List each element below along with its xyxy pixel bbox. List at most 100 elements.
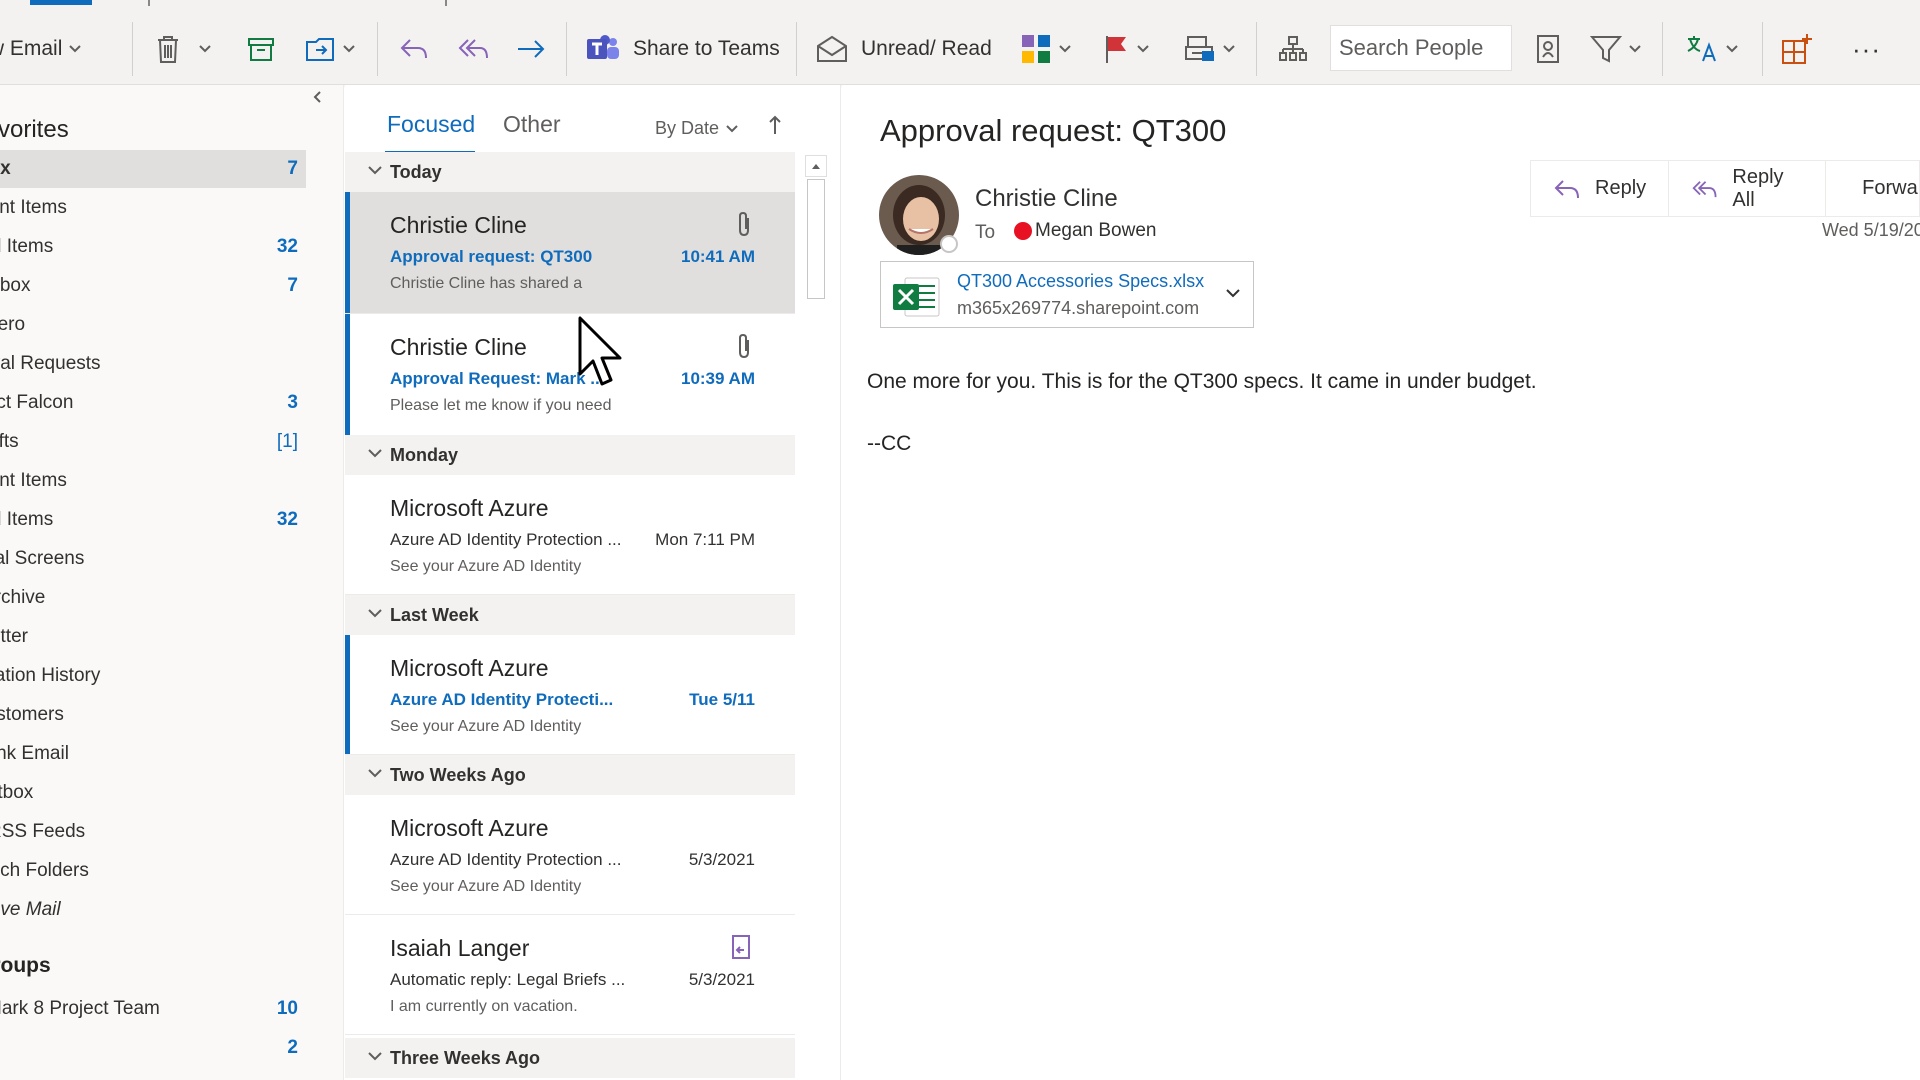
folder-item[interactable]: Archive: [0, 579, 306, 617]
tab-other[interactable]: Other: [503, 111, 561, 138]
reply-all-toolbar-button[interactable]: [456, 22, 490, 76]
message-item[interactable]: Microsoft Azure Azure AD Identity Protec…: [345, 475, 795, 595]
message-time: 10:39 AM: [680, 369, 755, 388]
recipient-name[interactable]: Megan Bowen: [1035, 220, 1156, 242]
group-header-today[interactable]: Today: [345, 152, 795, 192]
message-sender: Christie Cline: [390, 334, 527, 360]
folder-item[interactable]: Sent Items: [0, 462, 306, 500]
tab-focused[interactable]: Focused: [387, 111, 475, 138]
folder-item[interactable]: Customers: [0, 696, 306, 734]
folder-item[interactable]: Approval Requests: [0, 345, 306, 383]
chevron-down-icon[interactable]: [68, 44, 82, 54]
chevron-down-icon[interactable]: [1725, 44, 1739, 54]
message-item[interactable]: Microsoft Azure Azure AD Identity Protec…: [345, 795, 795, 915]
translate-button[interactable]: [1685, 22, 1739, 76]
move-button[interactable]: [304, 22, 356, 76]
filter-email-button[interactable]: [1590, 22, 1642, 76]
message-time: 5/3/2021: [688, 850, 755, 869]
message-item[interactable]: Christie Cline Approval request: QT300 1…: [345, 192, 795, 314]
message-item[interactable]: Isaiah Langer Automatic reply: Legal Bri…: [345, 915, 795, 1035]
folder-item[interactable]: Clutter: [0, 618, 306, 656]
folder-label: Search Folders: [0, 860, 89, 881]
group-header-two-weeks-ago[interactable]: Two Weeks Ago: [345, 755, 795, 795]
scroll-up-button[interactable]: [805, 155, 827, 177]
attachment-source: m365x269774.sharepoint.com: [957, 298, 1200, 318]
print-button[interactable]: [1184, 22, 1236, 76]
chevron-down-icon[interactable]: [1058, 44, 1072, 54]
folder-item[interactable]: Search Folders: [0, 852, 306, 890]
attachment-card[interactable]: QT300 Accessories Specs.xlsx m365x269774…: [880, 261, 1254, 328]
group-header-last-week[interactable]: Last Week: [345, 595, 795, 635]
message-subject: Approval Request: Mark ...: [390, 369, 605, 388]
unread-read-label: Unread/ Read: [861, 37, 992, 60]
forward-button[interactable]: Forward: [1826, 161, 1919, 216]
more-options-button[interactable]: ···: [1852, 22, 1881, 76]
sender-name[interactable]: Christie Cline: [975, 185, 1118, 213]
folder-label: Sent Items: [0, 470, 67, 491]
folder-item[interactable]: RSS Feeds: [0, 813, 306, 851]
folder-item[interactable]: Zero: [0, 306, 306, 344]
toolbar-separator: [1762, 22, 1763, 76]
archive-button[interactable]: [246, 22, 276, 76]
share-to-teams-button[interactable]: Share to Teams: [585, 22, 780, 76]
reply-arrow-icon: [1554, 179, 1579, 198]
group-header-monday[interactable]: Monday: [345, 435, 795, 475]
chevron-down-icon[interactable]: [342, 44, 356, 54]
chevron-down-icon[interactable]: [1225, 287, 1241, 299]
chevron-down-icon[interactable]: [1628, 44, 1642, 54]
message-sender: Isaiah Langer: [390, 935, 530, 961]
folder-item[interactable]: Move Mail: [0, 891, 306, 929]
favorites-title: Favorites: [0, 116, 69, 143]
scroll-thumb[interactable]: [807, 179, 825, 299]
forward-toolbar-button[interactable]: [514, 22, 548, 76]
unread-indicator: [345, 635, 350, 754]
folder-item[interactable]: Sent Items: [0, 189, 306, 227]
reply-all-button[interactable]: Reply All: [1669, 161, 1827, 216]
filter-icon: [1590, 36, 1622, 63]
toolbar-separator: [796, 22, 797, 76]
folder-item[interactable]: Inbox 7: [0, 267, 306, 305]
folder-item[interactable]: Conversation History: [0, 657, 306, 695]
folder-item[interactable]: Junk Email: [0, 735, 306, 773]
follow-up-button[interactable]: [1102, 22, 1150, 76]
undo-button[interactable]: [398, 22, 430, 76]
folder-item[interactable]: Deleted Items 32: [0, 501, 306, 539]
folder-item[interactable]: Outbox: [0, 774, 306, 812]
folder-item[interactable]: Project Falcon 3: [0, 384, 306, 422]
folder-label: Project Falcon: [0, 392, 74, 413]
group-item[interactable]: Mail2: [0, 1029, 306, 1067]
message-list-scrollbar[interactable]: [805, 155, 827, 300]
folder-item[interactable]: Drafts [1]: [0, 423, 306, 461]
group-header-three-weeks-ago[interactable]: Three Weeks Ago: [345, 1038, 795, 1078]
reply-button[interactable]: Reply: [1531, 161, 1670, 216]
new-email-button[interactable]: New Email: [0, 22, 82, 76]
search-people-input[interactable]: Search People: [1330, 25, 1512, 71]
more-options-label: ···: [1852, 33, 1881, 64]
get-add-ins-button[interactable]: [1780, 22, 1814, 76]
attachment-name[interactable]: QT300 Accessories Specs.xlsx: [957, 271, 1204, 292]
chevron-down-icon[interactable]: [198, 44, 212, 54]
message-item[interactable]: Christie Cline Approval Request: Mark ..…: [345, 314, 795, 436]
sort-direction-button[interactable]: [768, 115, 782, 141]
sort-by-button[interactable]: By Date: [655, 118, 739, 139]
address-book-org-button[interactable]: [1278, 22, 1308, 76]
group-label: Last Week: [390, 604, 479, 625]
ribbon-tab-indicator: [30, 0, 92, 5]
folder-item[interactable]: Inbox 7: [0, 150, 306, 188]
chevron-down-icon[interactable]: [1136, 44, 1150, 54]
group-item[interactable]: Mark 8 Project Team 10: [0, 990, 306, 1028]
chevron-down-icon[interactable]: [1222, 44, 1236, 54]
folder-item[interactable]: Deleted Items 32: [0, 228, 306, 266]
chevron-down-icon: [368, 449, 382, 458]
delete-button[interactable]: [154, 22, 212, 76]
message-item[interactable]: Microsoft Azure Azure AD Identity Protec…: [345, 635, 795, 755]
group-label: Mark 8 Project Team: [0, 998, 160, 1019]
search-people-placeholder: Search People: [1339, 35, 1484, 60]
folder-item[interactable]: Internal Screens: [0, 540, 306, 578]
categorize-button[interactable]: [1020, 22, 1072, 76]
unread-read-button[interactable]: Unread/ Read: [815, 22, 992, 76]
collapse-folder-pane-button[interactable]: [312, 88, 322, 109]
email-date: Wed 5/19/2021: [1822, 220, 1920, 240]
message-time: 5/3/2021: [688, 970, 755, 989]
address-book-button[interactable]: [1535, 22, 1561, 76]
